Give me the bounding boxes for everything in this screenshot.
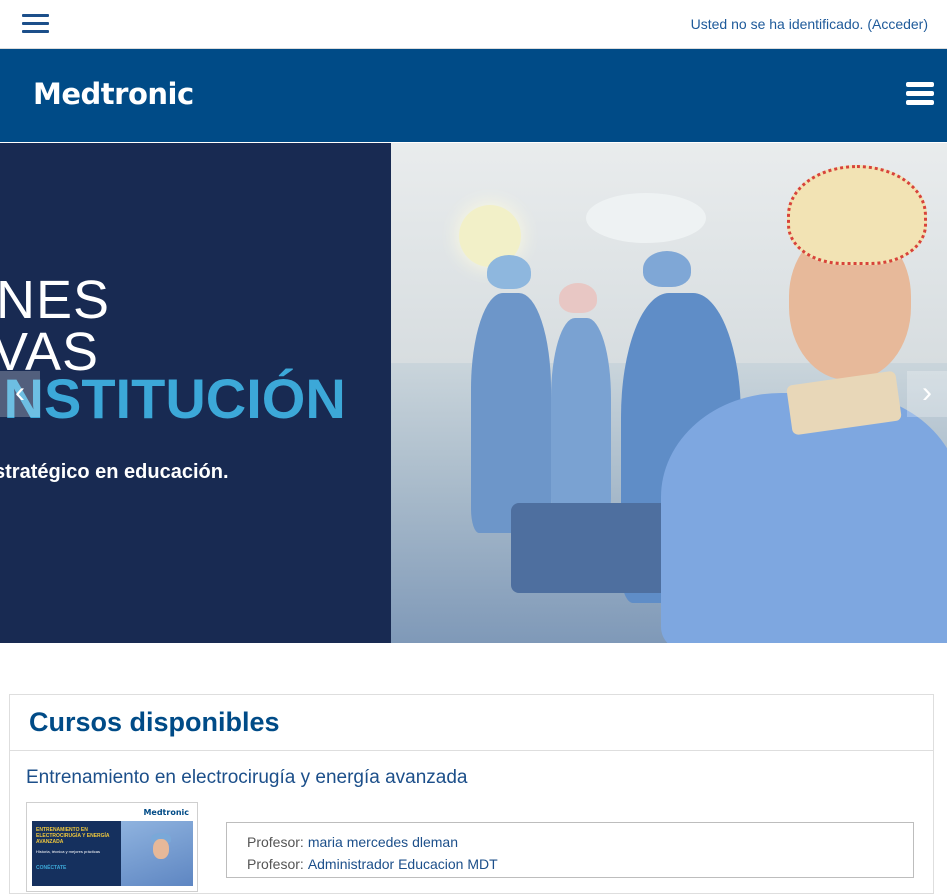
- course-teachers: Profesor: maria mercedes dleman Profesor:…: [226, 822, 914, 878]
- slide-photo: [391, 143, 947, 643]
- course-title-link[interactable]: Entrenamiento en electrocirugía y energí…: [26, 767, 468, 789]
- login-info: Usted no se ha identificado. (Acceder): [691, 16, 928, 32]
- brand-header: Medtronic: [0, 49, 947, 142]
- teacher-link[interactable]: Administrador Educacion MDT: [308, 856, 498, 872]
- teacher-link[interactable]: maria mercedes dleman: [308, 834, 458, 850]
- thumbnail-subtitle: Historia, técnica y mejores prácticas: [36, 849, 101, 854]
- slide-heading-line-1: NES: [0, 270, 111, 330]
- thumbnail-cta: CONÉCTATE: [36, 865, 67, 871]
- slide-subheading: stratégico en educación.: [0, 461, 229, 483]
- medtronic-logo[interactable]: Medtronic: [33, 77, 194, 111]
- available-courses: Cursos disponibles Entrenamiento en elec…: [9, 694, 934, 894]
- login-link[interactable]: (Acceder): [867, 16, 928, 32]
- surgical-cap: [787, 165, 927, 265]
- slide-heading-line-3: INSTITUCIÓN: [0, 367, 346, 430]
- chevron-right-icon[interactable]: ›: [907, 371, 947, 417]
- teacher-label: Profesor:: [247, 834, 304, 850]
- course-thumbnail[interactable]: Medtronic ENTRENAMIENTO EN ELECTROCIRUGÍ…: [26, 802, 198, 892]
- chevron-left-icon[interactable]: ‹: [0, 371, 40, 417]
- hero-carousel: NES VAS INSTITUCIÓN stratégico en educac…: [0, 143, 947, 643]
- thumbnail-heading: ENTRENAMIENTO EN ELECTROCIRUGÍA Y ENERGÍ…: [36, 827, 110, 845]
- teacher-label: Profesor:: [247, 856, 304, 872]
- teacher-row: Profesor: Administrador Educacion MDT: [247, 853, 913, 875]
- main-menu-icon[interactable]: [906, 82, 934, 108]
- hamburger-icon[interactable]: [22, 14, 49, 34]
- teacher-row: Profesor: maria mercedes dleman: [247, 831, 913, 853]
- section-title: Cursos disponibles: [29, 707, 280, 737]
- courses-header: Cursos disponibles: [10, 695, 933, 751]
- login-status-text: Usted no se ha identificado.: [690, 16, 864, 32]
- thumbnail-logo: Medtronic: [143, 808, 189, 817]
- slide-text-panel: NES VAS INSTITUCIÓN stratégico en educac…: [0, 143, 391, 643]
- top-navbar: Usted no se ha identificado. (Acceder): [0, 0, 947, 49]
